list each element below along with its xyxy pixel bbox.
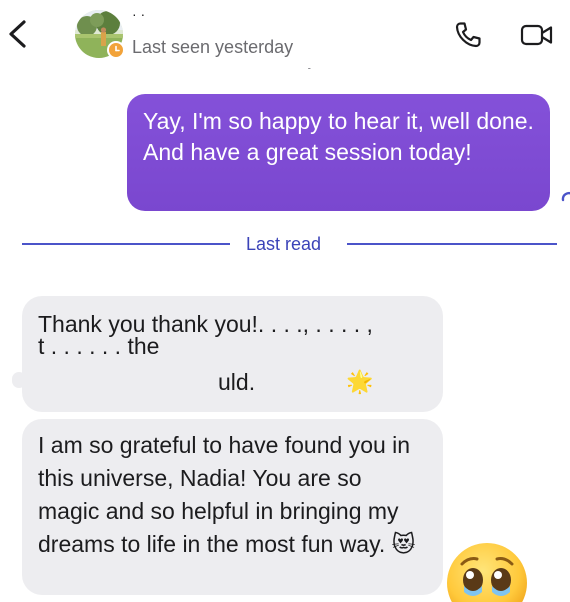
pleading-face-icon[interactable] (444, 540, 530, 602)
contact-name[interactable]: · · (132, 6, 145, 22)
last-seen-status: Last seen yesterday (132, 37, 294, 57)
redaction-overlay (38, 354, 338, 370)
message-text: Yay, I'm so happy to hear it, well done.… (143, 108, 534, 165)
outgoing-message-bubble[interactable]: Yay, I'm so happy to hear it, well done.… (127, 94, 550, 211)
message-text-fragment: uld. (218, 369, 256, 395)
last-seen-clock-badge (107, 41, 125, 59)
video-call-button[interactable] (520, 22, 554, 48)
message-text: I am so grateful to have found you in th… (38, 432, 411, 557)
message-text-line: uld. (38, 368, 255, 396)
incoming-message-bubble[interactable]: Thank you thank you!. . . ., . . . . , t… (22, 296, 443, 412)
message-text-line: t . . . . . . the (38, 333, 160, 354)
incoming-message-bubble[interactable]: I am so grateful to have found you in th… (22, 419, 443, 595)
last-read-label: Last read (246, 234, 322, 254)
video-camera-icon (520, 24, 553, 46)
chevron-left-icon (9, 20, 26, 48)
chat-header: · · Last seen yesterday (0, 0, 570, 68)
heart-eyes-cat-emoji: 😻 (391, 531, 416, 557)
read-receipt-icon (560, 190, 570, 204)
chat-screen: · · Last seen yesterday Yesterday 17:36 … (0, 0, 570, 602)
phone-icon (455, 22, 481, 48)
divider-line-right (347, 243, 557, 245)
glowing-star-emoji: 🌟 (346, 369, 374, 394)
clock-icon (115, 45, 120, 52)
back-button[interactable] (4, 18, 30, 50)
divider-line-left (22, 243, 230, 245)
voice-call-button[interactable] (453, 20, 483, 50)
